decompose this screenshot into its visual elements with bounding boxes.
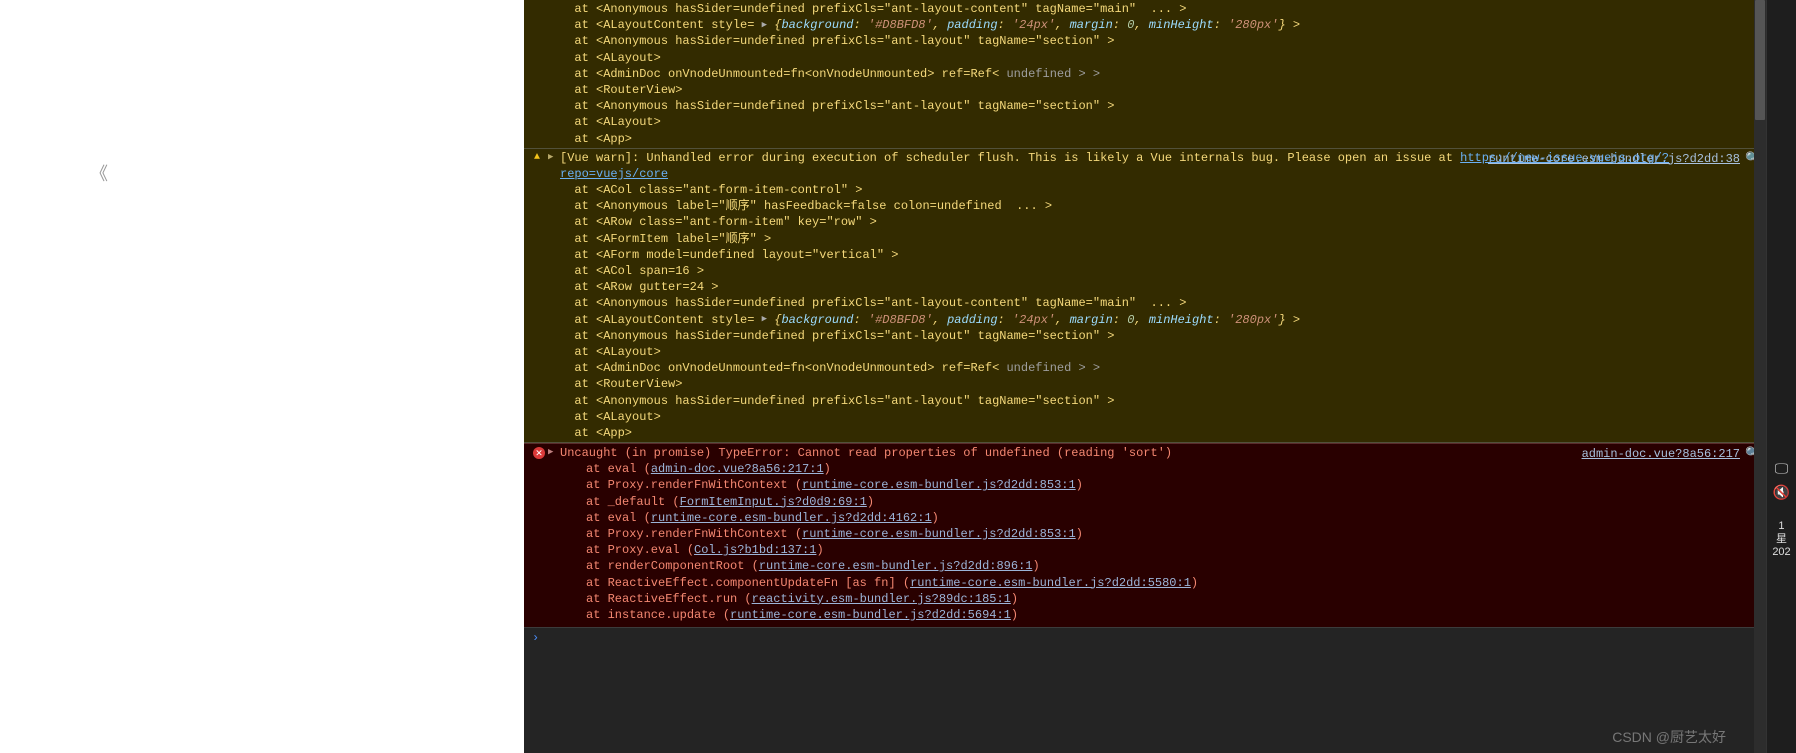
stack-frame: at <ALayoutContent style= ▶ {background:… [524, 17, 1766, 33]
stack-frame: at <ALayout> [524, 344, 1766, 360]
stack-frame: at <Anonymous hasSider=undefined prefixC… [524, 328, 1766, 344]
stack-frame: at instance.update (runtime-core.esm-bun… [524, 607, 1766, 623]
stack-frame: at eval (admin-doc.vue?8a56:217:1) [524, 461, 1766, 477]
source-link[interactable]: runtime-core.esm-bundler.js?d2dd:896:1 [759, 559, 1033, 573]
console-error-entry[interactable]: admin-doc.vue?8a56:217 🔍 ✕▶Uncaught (in … [524, 443, 1766, 627]
error-icon: ✕ [533, 447, 545, 459]
taskbar-clock[interactable]: 1 星 202 [1772, 520, 1790, 560]
source-link[interactable]: admin-doc.vue?8a56:217:1 [651, 462, 824, 476]
error-message: ✕▶Uncaught (in promise) TypeError: Canno… [524, 445, 1766, 461]
stack-frame: at <Anonymous hasSider=undefined prefixC… [524, 33, 1766, 49]
stack-frame: at <RouterView> [524, 376, 1766, 392]
expand-icon[interactable]: ▶ [548, 446, 553, 458]
stack-frame: at <Anonymous hasSider=undefined prefixC… [524, 1, 1766, 17]
notification-icon[interactable]: 🖵 [1773, 460, 1791, 478]
stack-frame: at <Anonymous label="顺序" hasFeedback=fal… [524, 198, 1766, 214]
stack-frame: at <Anonymous hasSider=undefined prefixC… [524, 295, 1766, 311]
stack-frame: at <Anonymous hasSider=undefined prefixC… [524, 393, 1766, 409]
stack-frame: at <ALayout> [524, 50, 1766, 66]
stack-frame: at <ACol class="ant-form-item-control" > [524, 182, 1766, 198]
stack-frame: at <App> [524, 131, 1766, 147]
stack-frame: at <RouterView> [524, 82, 1766, 98]
stack-frame: at eval (runtime-core.esm-bundler.js?d2d… [524, 510, 1766, 526]
scrollbar[interactable] [1754, 0, 1766, 753]
stack-frame: at ReactiveEffect.componentUpdateFn [as … [524, 575, 1766, 591]
speaker-icon[interactable]: 🔇 [1773, 484, 1791, 502]
stack-frame: at <AFormItem label="顺序" > [524, 231, 1766, 247]
stack-frame: at <App> [524, 425, 1766, 441]
console-warning-entry[interactable]: runtime-core.esm-bundler.js?d2dd:38 🔍 ▲▶… [524, 149, 1766, 443]
source-link[interactable]: Col.js?b1bd:137:1 [694, 543, 816, 557]
issue-link[interactable]: https://new-issue.vuejs.org/?repo=vuejs/… [560, 151, 1669, 181]
watermark: CSDN @厨艺太好 [1612, 727, 1726, 747]
source-link[interactable]: runtime-core.esm-bundler.js?d2dd:4162:1 [651, 511, 932, 525]
stack-frame: at Proxy.renderFnWithContext (runtime-co… [524, 526, 1766, 542]
stack-frame: at ReactiveEffect.run (reactivity.esm-bu… [524, 591, 1766, 607]
stack-frame: at Proxy.renderFnWithContext (runtime-co… [524, 477, 1766, 493]
collapse-glyph: 《 [90, 160, 102, 186]
stack-frame: at <AForm model=undefined layout="vertic… [524, 247, 1766, 263]
expand-icon[interactable]: ▶ [548, 151, 553, 163]
stack-frame: at <ARow gutter=24 > [524, 279, 1766, 295]
prompt-glyph: › [532, 631, 539, 645]
source-link[interactable]: reactivity.esm-bundler.js?89dc:185:1 [752, 592, 1011, 606]
stack-frame: at <Anonymous hasSider=undefined prefixC… [524, 98, 1766, 114]
devtools-console: at <Anonymous hasSider=undefined prefixC… [524, 0, 1766, 753]
console-warning-entry[interactable]: at <Anonymous hasSider=undefined prefixC… [524, 0, 1766, 149]
source-link[interactable]: runtime-core.esm-bundler.js?d2dd:5694:1 [730, 608, 1011, 622]
stack-frame: at <ALayout> [524, 114, 1766, 130]
os-taskbar-strip: 🖵 🔇 1 星 202 [1766, 0, 1796, 753]
stack-frame: at <ACol span=16 > [524, 263, 1766, 279]
stack-frame: at <ARow class="ant-form-item" key="row"… [524, 214, 1766, 230]
source-link[interactable]: runtime-core.esm-bundler.js?d2dd:853:1 [802, 478, 1076, 492]
stack-frame: at <AdminDoc onVnodeUnmounted=fn<onVnode… [524, 66, 1766, 82]
stack-frame: at renderComponentRoot (runtime-core.esm… [524, 558, 1766, 574]
stack-frame: at <AdminDoc onVnodeUnmounted=fn<onVnode… [524, 360, 1766, 376]
console-prompt[interactable]: › [524, 627, 1766, 647]
source-link[interactable]: runtime-core.esm-bundler.js?d2dd:853:1 [802, 527, 1076, 541]
source-link[interactable]: FormItemInput.js?d0d9:69:1 [680, 495, 867, 509]
stack-frame: at Proxy.eval (Col.js?b1bd:137:1) [524, 542, 1766, 558]
editor-pane: 《 [0, 0, 524, 753]
stack-frame: at _default (FormItemInput.js?d0d9:69:1) [524, 494, 1766, 510]
stack-frame: at <ALayout> [524, 409, 1766, 425]
warning-icon: ▲ [534, 151, 540, 165]
warning-message: ▲▶[Vue warn]: Unhandled error during exe… [524, 150, 1766, 182]
source-link[interactable]: runtime-core.esm-bundler.js?d2dd:5580:1 [910, 576, 1191, 590]
stack-frame: at <ALayoutContent style= ▶ {background:… [524, 312, 1766, 328]
scrollbar-thumb[interactable] [1755, 0, 1765, 120]
